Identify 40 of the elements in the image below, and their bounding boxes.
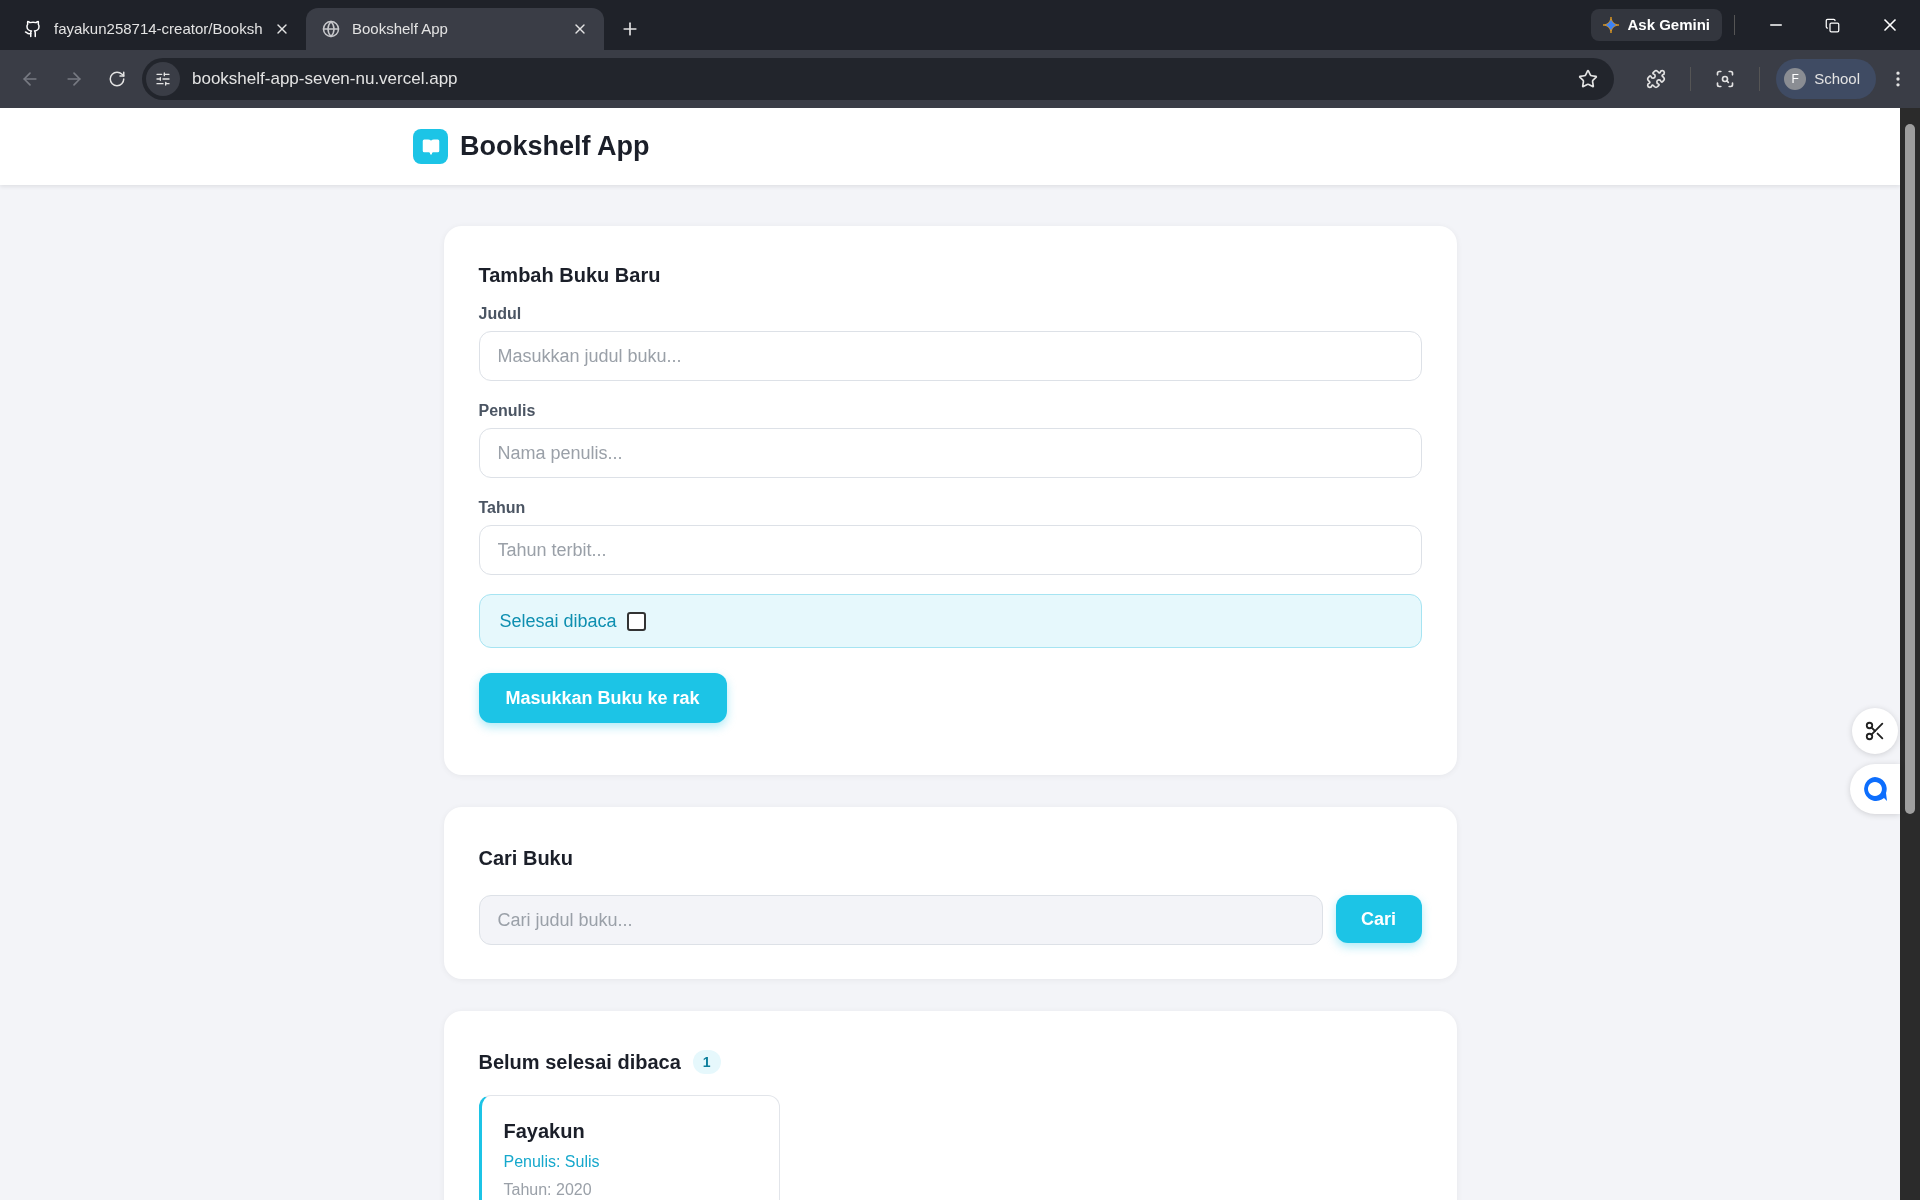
scissors-icon [1864,720,1886,742]
search-field[interactable]: Cari judul buku... [478,895,1323,945]
extensions-icon[interactable] [1646,69,1667,89]
book-year: Tahun: 2020 [503,1180,593,1200]
app-title: Bookshelf App [460,130,650,164]
scrollbar[interactable] [1900,108,1920,1200]
tab-title: Bookshelf App [352,18,449,39]
reload-icon[interactable] [108,70,126,88]
field-label: Tahun [478,498,527,518]
text-field[interactable]: Tahun terbit... [478,525,1422,575]
field-label: Penulis [478,401,537,421]
tab-title: fayakun258714-creator/Booksh [54,18,262,39]
profile-button[interactable]: F School [1776,59,1876,99]
restore-icon[interactable] [1825,17,1840,33]
field-label: Judul [478,304,523,324]
book-icon [413,129,448,164]
browser-tab[interactable]: Bookshelf App [306,8,604,50]
checkbox-label: Selesai dibaca [499,609,617,633]
star-icon[interactable] [1578,69,1599,89]
gemini-button[interactable]: Ask Gemini [1591,9,1722,41]
site-settings-icon[interactable] [155,71,171,87]
count-badge: 1 [692,1050,721,1074]
url-text: bookshelf-app-seven-nu.vercel.app [192,68,459,91]
github-icon [24,20,42,38]
text-field[interactable]: Nama penulis... [478,428,1422,478]
book-author: Penulis: Sulis [503,1152,601,1172]
text-field[interactable]: Masukkan judul buku... [478,331,1422,381]
lens-icon[interactable] [1715,69,1736,89]
checkbox[interactable] [626,611,646,631]
chat-button[interactable] [1850,764,1900,814]
globe-icon [322,20,340,38]
address-bar[interactable]: bookshelf-app-seven-nu.vercel.app [142,58,1615,100]
scissors-button[interactable] [1852,708,1898,754]
card-title: Cari Buku [478,846,574,871]
avatar: F [1784,68,1807,90]
browser-tab[interactable]: fayakun258714-creator/Booksh [8,8,306,50]
book-title: Fayakun [503,1119,586,1144]
card-title: Tambah Buku Baru [478,263,662,288]
sparkle-icon [1603,17,1620,33]
card-title: Belum selesai dibaca [478,1050,681,1075]
